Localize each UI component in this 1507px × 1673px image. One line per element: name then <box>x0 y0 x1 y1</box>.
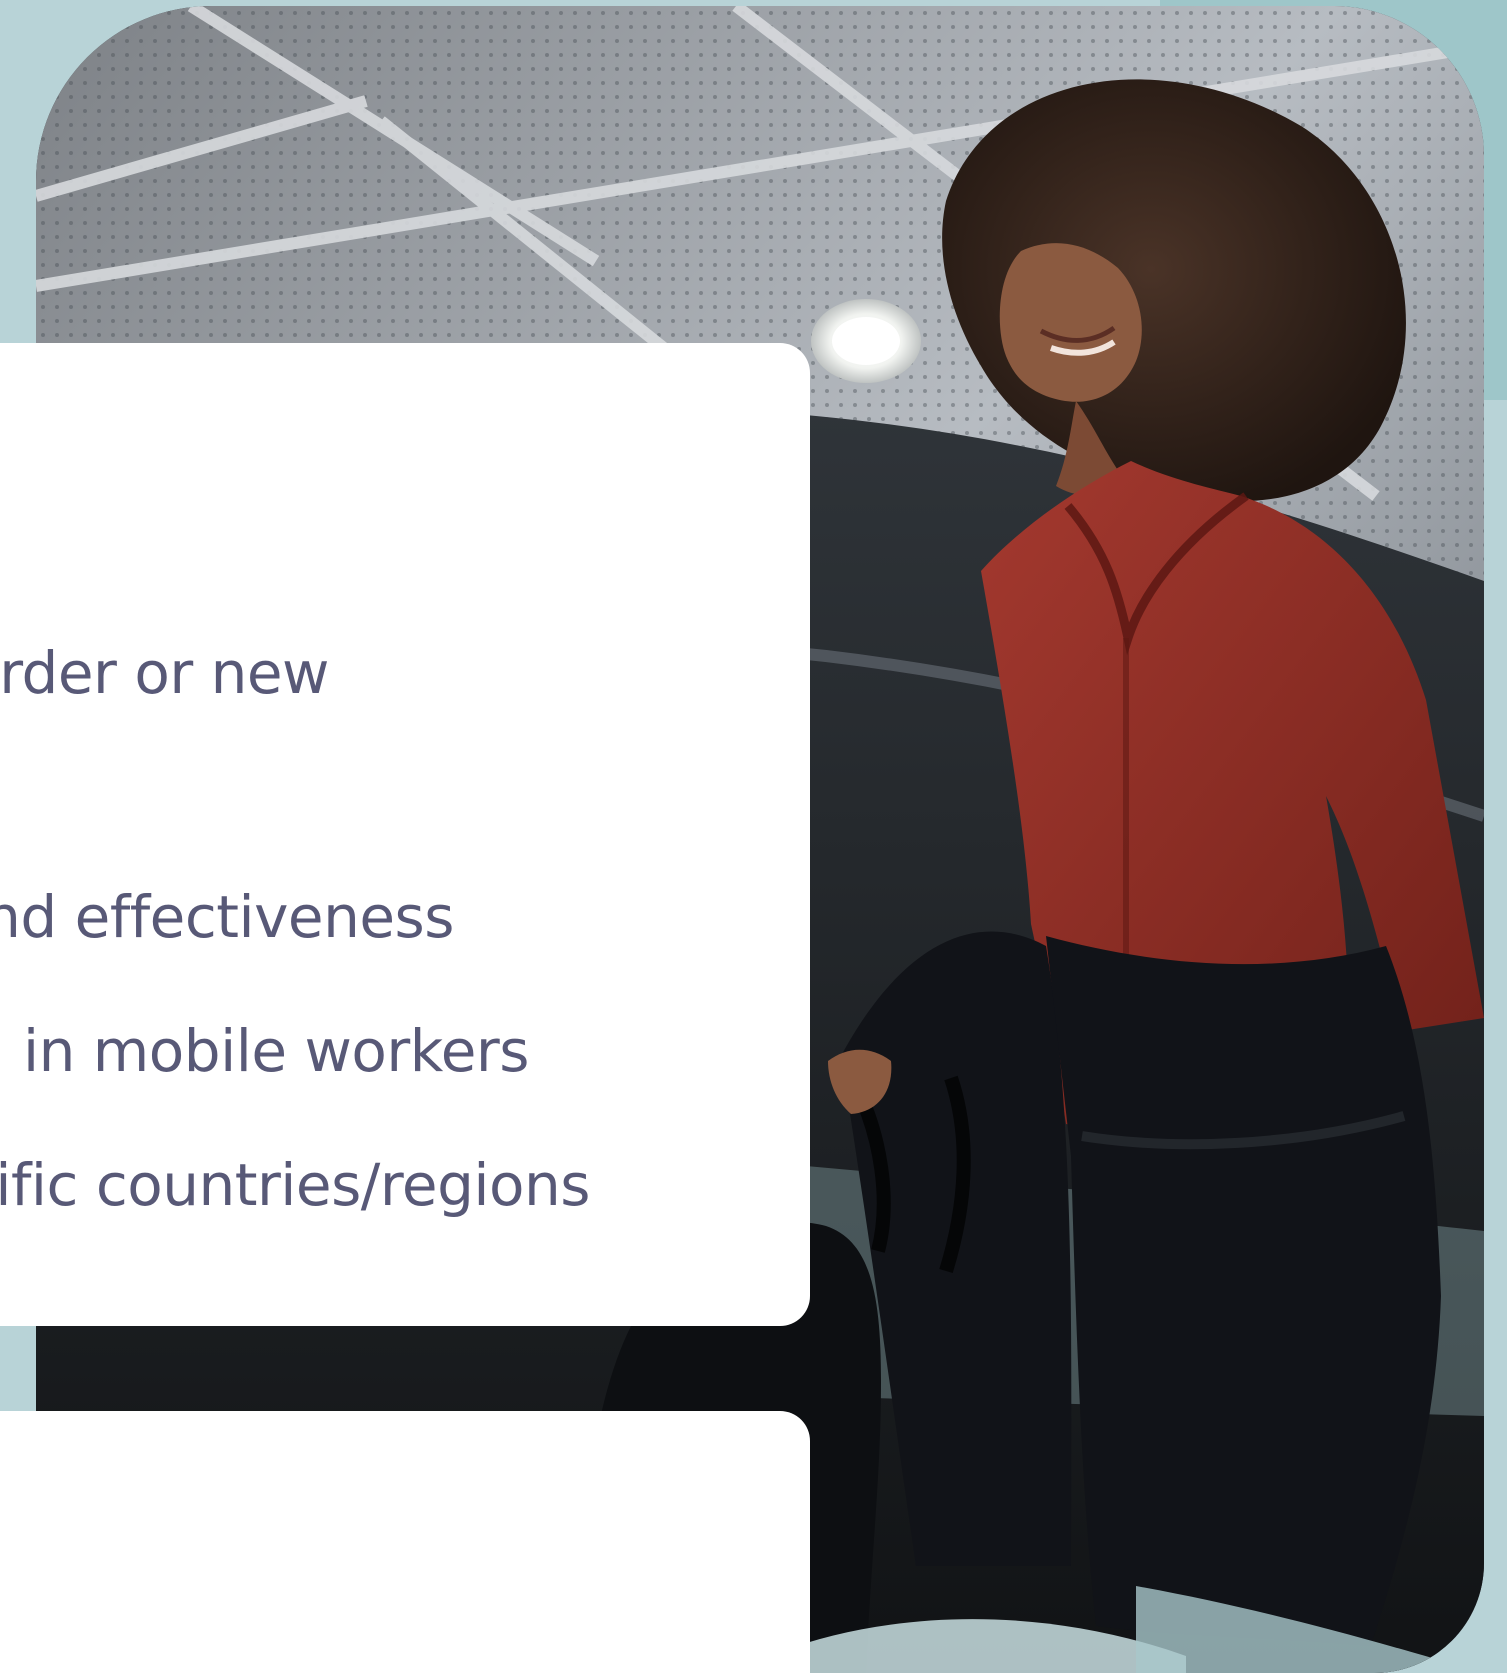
benefit-item-1: rder or new <box>0 639 329 707</box>
benefits-list: rder or new nd effectiveness in mobile w… <box>0 343 810 1326</box>
benefit-item-2: nd effectiveness <box>0 883 454 951</box>
benefit-item-4: cific countries/regions <box>0 1151 591 1219</box>
benefit-item-3: in mobile workers <box>23 1017 530 1085</box>
secondary-card <box>0 1411 810 1673</box>
benefits-card: rder or new nd effectiveness in mobile w… <box>0 343 810 1326</box>
